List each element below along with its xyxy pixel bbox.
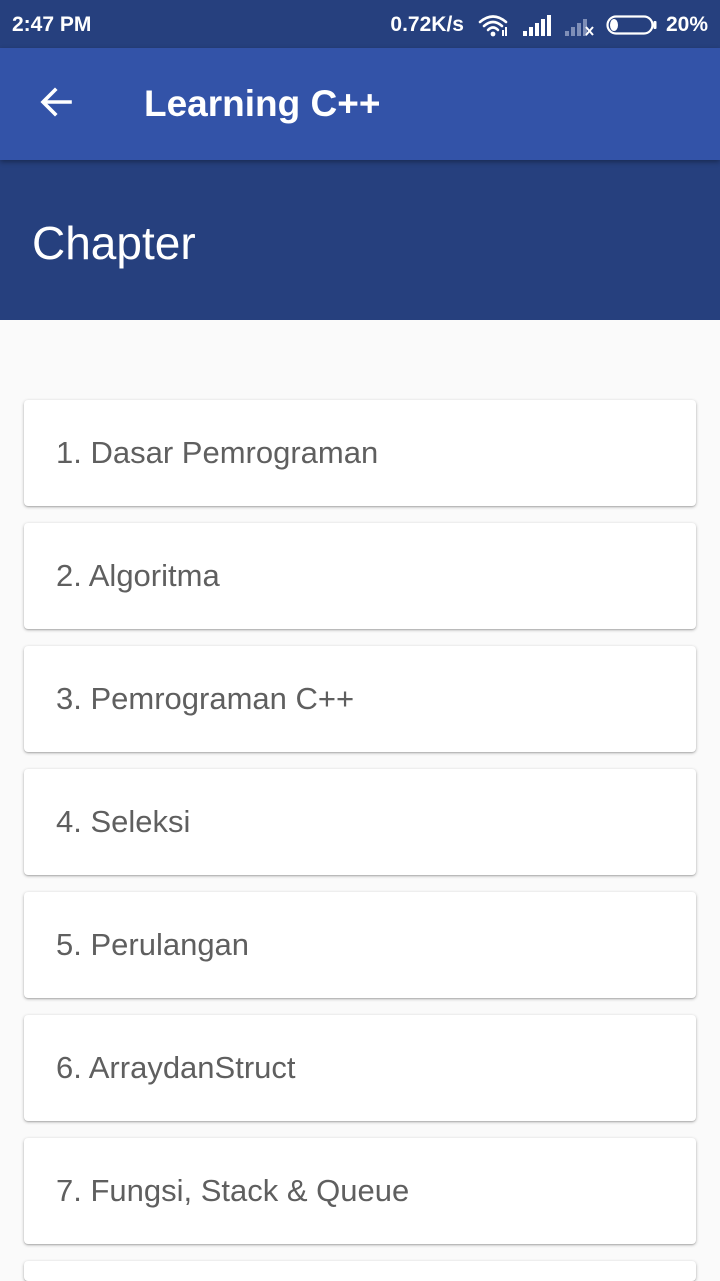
chapter-label: 3. Pemrograman C++ <box>56 681 355 716</box>
arrow-back-icon <box>38 84 74 124</box>
chapter-item-4[interactable]: 4. Seleksi <box>24 769 696 875</box>
battery-percent: 20% <box>665 13 708 36</box>
chapter-header: Chapter <box>0 160 720 320</box>
chapter-label: 5. Perulangan <box>56 927 250 962</box>
back-button[interactable] <box>24 72 88 136</box>
battery-icon <box>606 14 658 36</box>
wifi-icon <box>478 13 508 37</box>
chapter-label: 1. Dasar Pemrograman <box>56 435 379 470</box>
page-title: Chapter <box>32 217 196 269</box>
status-time: 2:47 PM <box>12 13 92 36</box>
chapter-label: 6. ArraydanStruct <box>56 1050 296 1085</box>
status-icons: 0.72K/s 20% <box>390 10 708 40</box>
chapter-item-3[interactable]: 3. Pemrograman C++ <box>24 646 696 752</box>
chapter-item-1[interactable]: 1. Dasar Pemrograman <box>24 400 696 506</box>
chapter-list: 1. Dasar Pemrograman 2. Algoritma 3. Pem… <box>24 400 696 1281</box>
chapter-item-2[interactable]: 2. Algoritma <box>24 523 696 629</box>
chapter-item-5[interactable]: 5. Perulangan <box>24 892 696 998</box>
app-bar: Learning C++ <box>0 48 720 160</box>
network-speed: 0.72K/s <box>390 13 464 36</box>
no-signal-icon <box>564 14 594 36</box>
chapter-item-8[interactable] <box>24 1261 696 1281</box>
chapter-item-7[interactable]: 7. Fungsi, Stack & Queue <box>24 1138 696 1244</box>
chapter-label: 2. Algoritma <box>56 558 220 593</box>
app-title: Learning C++ <box>144 83 381 124</box>
chapter-label: 7. Fungsi, Stack & Queue <box>56 1173 410 1208</box>
chapter-item-6[interactable]: 6. ArraydanStruct <box>24 1015 696 1121</box>
chapter-label: 4. Seleksi <box>56 804 191 839</box>
signal-icon <box>522 14 552 36</box>
status-bar: 2:47 PM 0.72K/s 20% <box>0 0 720 48</box>
